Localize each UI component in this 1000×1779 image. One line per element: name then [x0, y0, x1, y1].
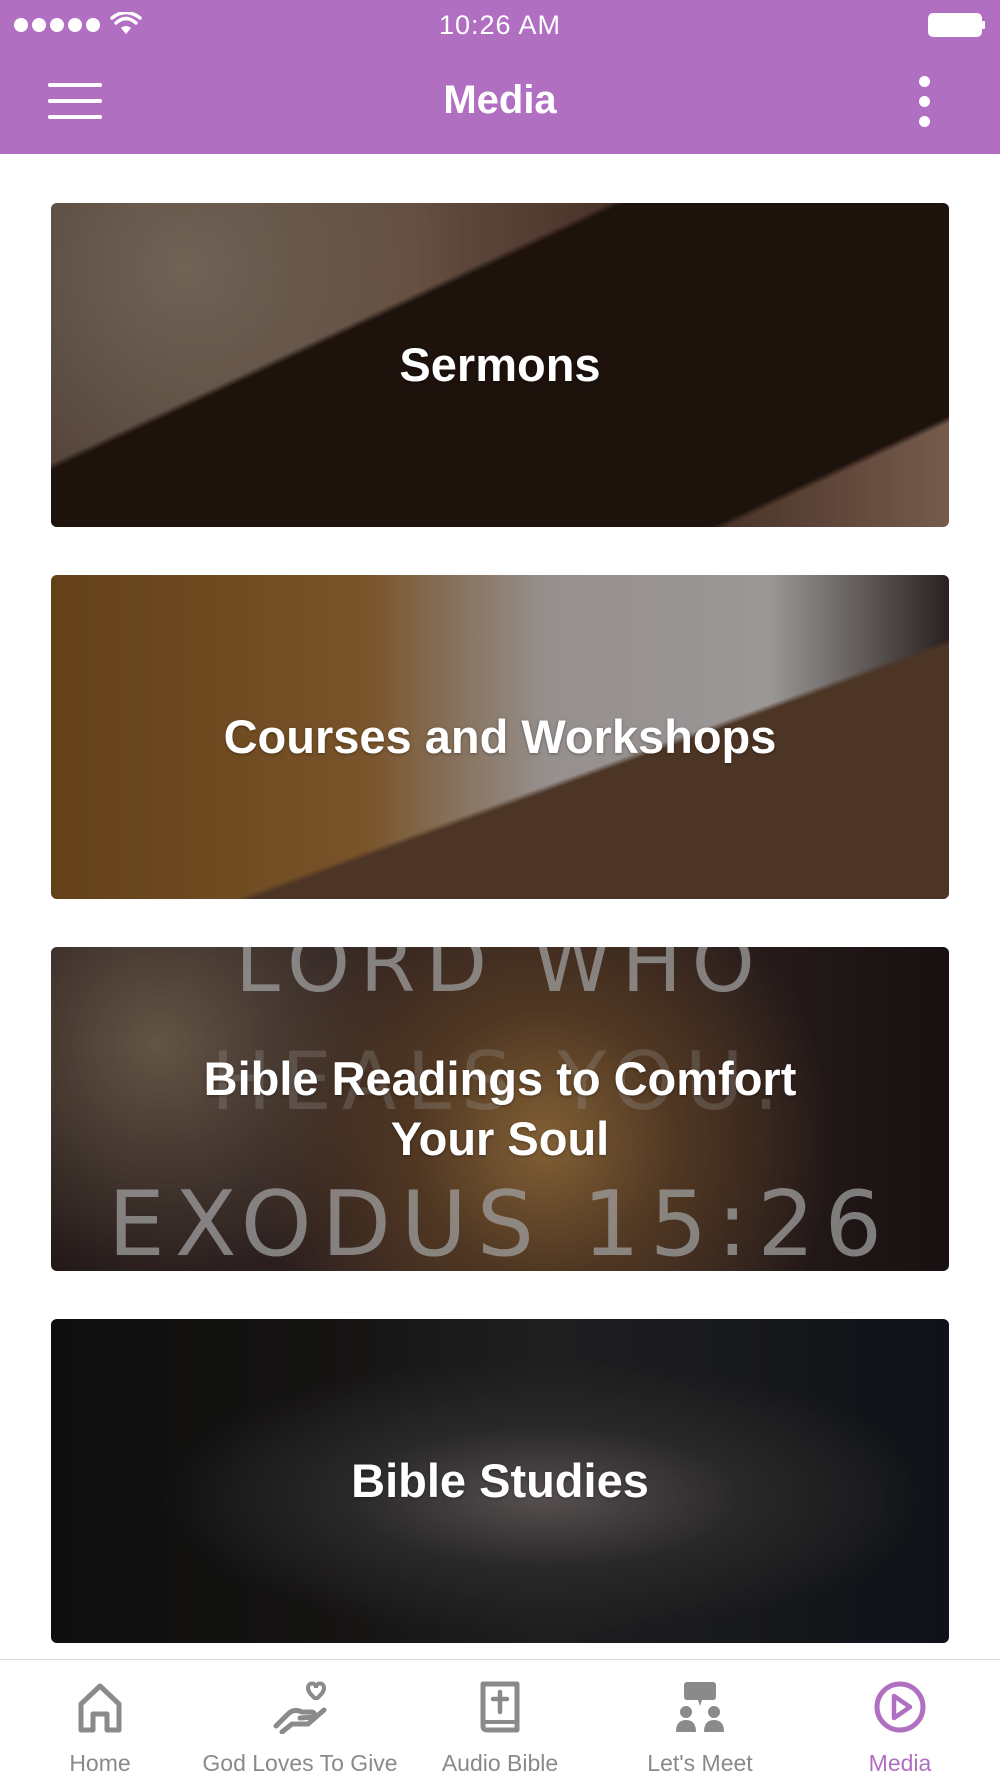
bible-icon	[480, 1681, 520, 1733]
heart-hand-icon	[273, 1681, 327, 1734]
tab-label: Audio Bible	[441, 1750, 559, 1776]
bottom-tab-bar: Home God Loves To Give Audio Bible Let's…	[0, 1659, 1000, 1779]
play-circle-icon	[874, 1681, 926, 1733]
tab-label: Home	[69, 1750, 131, 1776]
status-bar: 10:26 AM	[0, 0, 1000, 50]
media-card-label: Courses and Workshops	[223, 709, 777, 763]
tab-home[interactable]: Home	[0, 1660, 200, 1779]
media-card-bible-readings[interactable]: LORD WHO HEALS YOU. EXODUS 15:26 Bible R…	[51, 947, 949, 1271]
status-time: 10:26 AM	[438, 10, 562, 40]
people-meeting-icon	[676, 1682, 724, 1732]
tab-audio-bible[interactable]: Audio Bible	[400, 1660, 600, 1779]
app-header: Media	[0, 50, 1000, 154]
media-card-bible-studies[interactable]: Bible Studies	[51, 1319, 949, 1643]
tab-label: God Loves To Give	[202, 1750, 398, 1776]
home-icon	[78, 1683, 122, 1733]
media-card-label: Sermons	[399, 337, 601, 391]
media-card-courses-and-workshops[interactable]: Courses and Workshops	[51, 575, 949, 899]
tab-label: Media	[868, 1750, 932, 1776]
tab-god-loves-to-give[interactable]: God Loves To Give	[200, 1660, 400, 1779]
media-card-sermons[interactable]: Sermons	[51, 203, 949, 527]
tab-label: Let's Meet	[647, 1750, 753, 1776]
page-title: Media	[443, 78, 557, 122]
tab-lets-meet[interactable]: Let's Meet	[600, 1660, 800, 1779]
media-card-label: Bible Readings to Comfort Your Soul	[203, 1051, 797, 1165]
battery-icon	[928, 13, 985, 37]
tab-media[interactable]: Media	[800, 1660, 1000, 1779]
more-options-icon[interactable]	[910, 76, 940, 128]
media-card-label: Bible Studies	[351, 1453, 649, 1507]
